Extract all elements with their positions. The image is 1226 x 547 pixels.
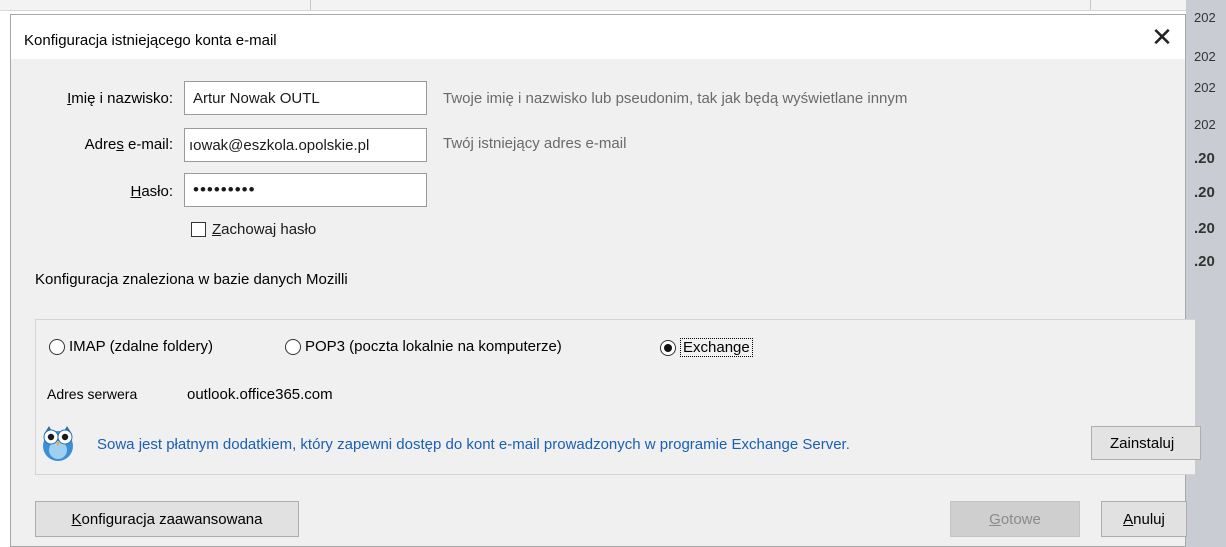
server-address-label: Adres serwera bbox=[47, 386, 138, 402]
background-date: .20 bbox=[1194, 184, 1215, 201]
radio-imap[interactable]: IMAP (zdalne foldery) bbox=[49, 338, 213, 355]
name-label: Imię i nazwisko: bbox=[67, 90, 173, 107]
protocol-panel: IMAP (zdalne foldery) POP3 (poczta lokal… bbox=[35, 319, 1201, 475]
background-date: 202 bbox=[1194, 117, 1216, 132]
install-button[interactable]: Zainstaluj bbox=[1091, 426, 1201, 460]
owl-addon-link[interactable]: Sowa jest płatnym dodatkiem, który zapew… bbox=[97, 436, 850, 453]
background-window-header bbox=[0, 0, 1226, 11]
account-setup-dialog: Konfiguracja istniejącego konta e-mail ✕… bbox=[10, 14, 1201, 547]
radio-button[interactable] bbox=[49, 338, 65, 355]
dialog-title: Konfiguracja istniejącego konta e-mail bbox=[24, 32, 277, 49]
remember-password-label: Zachowaj hasło bbox=[212, 221, 317, 238]
radio-pop3[interactable]: POP3 (poczta lokalnie na komputerze) bbox=[285, 338, 562, 355]
close-button[interactable]: ✕ bbox=[1139, 15, 1185, 59]
owl-icon bbox=[43, 426, 73, 461]
cancel-button[interactable]: Anuluj bbox=[1101, 501, 1187, 537]
radio-button[interactable] bbox=[285, 338, 301, 355]
background-column-divider bbox=[310, 0, 311, 10]
radio-imap-label: IMAP (zdalne foldery) bbox=[69, 338, 213, 355]
background-date: 202 bbox=[1194, 10, 1216, 25]
password-label: Hasło: bbox=[130, 183, 173, 200]
radio-exchange-label: Exchange bbox=[680, 338, 753, 357]
done-button[interactable]: Gotowe bbox=[950, 501, 1080, 537]
background-column-divider bbox=[1090, 0, 1091, 10]
name-hint: Twoje imię i nazwisko lub pseudonim, tak… bbox=[443, 90, 908, 107]
password-field[interactable]: ••••••••• bbox=[184, 173, 427, 207]
background-date: .20 bbox=[1194, 220, 1215, 237]
server-address-value: outlook.office365.com bbox=[187, 386, 333, 403]
radio-button[interactable] bbox=[660, 339, 676, 356]
email-field[interactable]: ıowak@eszkola.opolskie.pl bbox=[184, 128, 427, 162]
background-date: .20 bbox=[1194, 253, 1215, 270]
email-label: Adres e-mail: bbox=[84, 136, 173, 153]
checkbox[interactable] bbox=[191, 222, 206, 237]
radio-exchange[interactable]: Exchange bbox=[660, 338, 753, 357]
name-field[interactable]: Artur Nowak OUTL bbox=[184, 81, 427, 115]
background-date: 202 bbox=[1194, 80, 1216, 95]
advanced-config-button[interactable]: Konfiguracja zaawansowana bbox=[35, 501, 299, 537]
remember-password-checkbox[interactable]: Zachowaj hasło bbox=[191, 221, 316, 238]
background-date: .20 bbox=[1194, 150, 1215, 167]
close-icon: ✕ bbox=[1151, 21, 1173, 52]
config-found-text: Konfiguracja znaleziona w bazie danych M… bbox=[35, 271, 348, 288]
background-date: 202 bbox=[1194, 49, 1216, 64]
dialog-titlebar: Konfiguracja istniejącego konta e-mail ✕ bbox=[11, 15, 1185, 59]
radio-pop3-label: POP3 (poczta lokalnie na komputerze) bbox=[305, 338, 562, 355]
email-hint: Twój istniejący adres e-mail bbox=[443, 135, 627, 152]
